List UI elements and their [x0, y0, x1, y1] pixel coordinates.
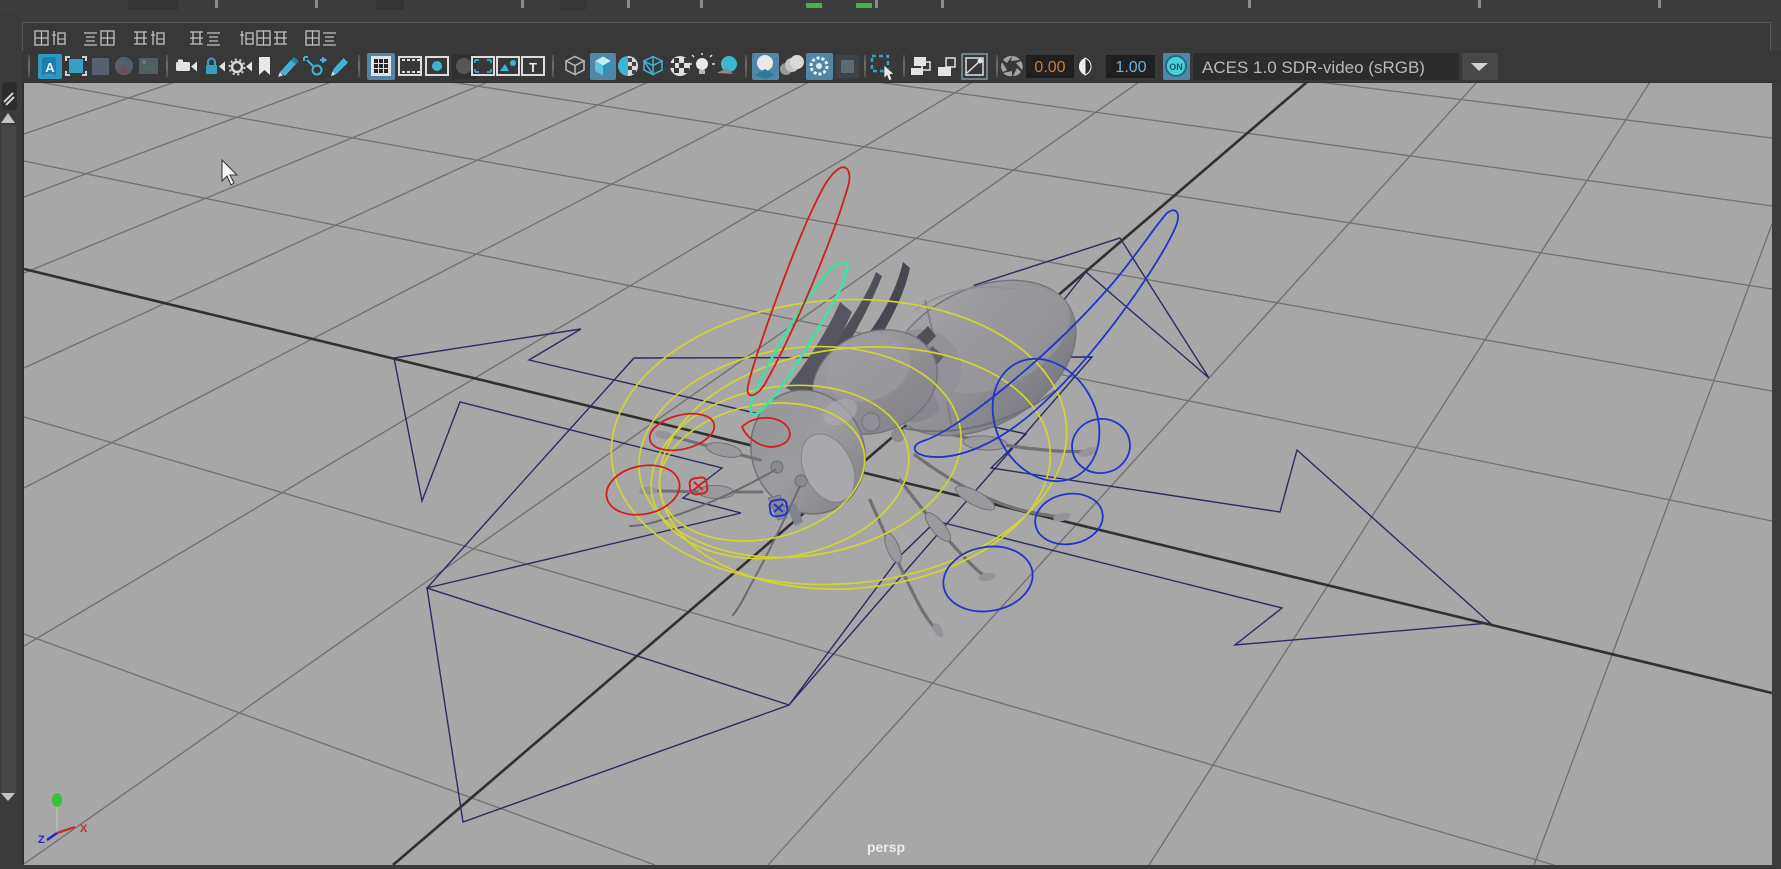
svg-text:1.00: 1.00	[1115, 59, 1146, 76]
svg-text:persp: persp	[867, 839, 905, 855]
svg-text:T: T	[529, 60, 537, 75]
svg-text:ON: ON	[1169, 62, 1183, 72]
svg-text:X: X	[80, 823, 88, 835]
svg-text:ACES 1.0 SDR-video (sRGB): ACES 1.0 SDR-video (sRGB)	[1202, 58, 1425, 77]
svg-text:Z: Z	[38, 834, 45, 846]
svg-text:A: A	[45, 60, 55, 75]
svg-text:0.00: 0.00	[1034, 59, 1065, 76]
